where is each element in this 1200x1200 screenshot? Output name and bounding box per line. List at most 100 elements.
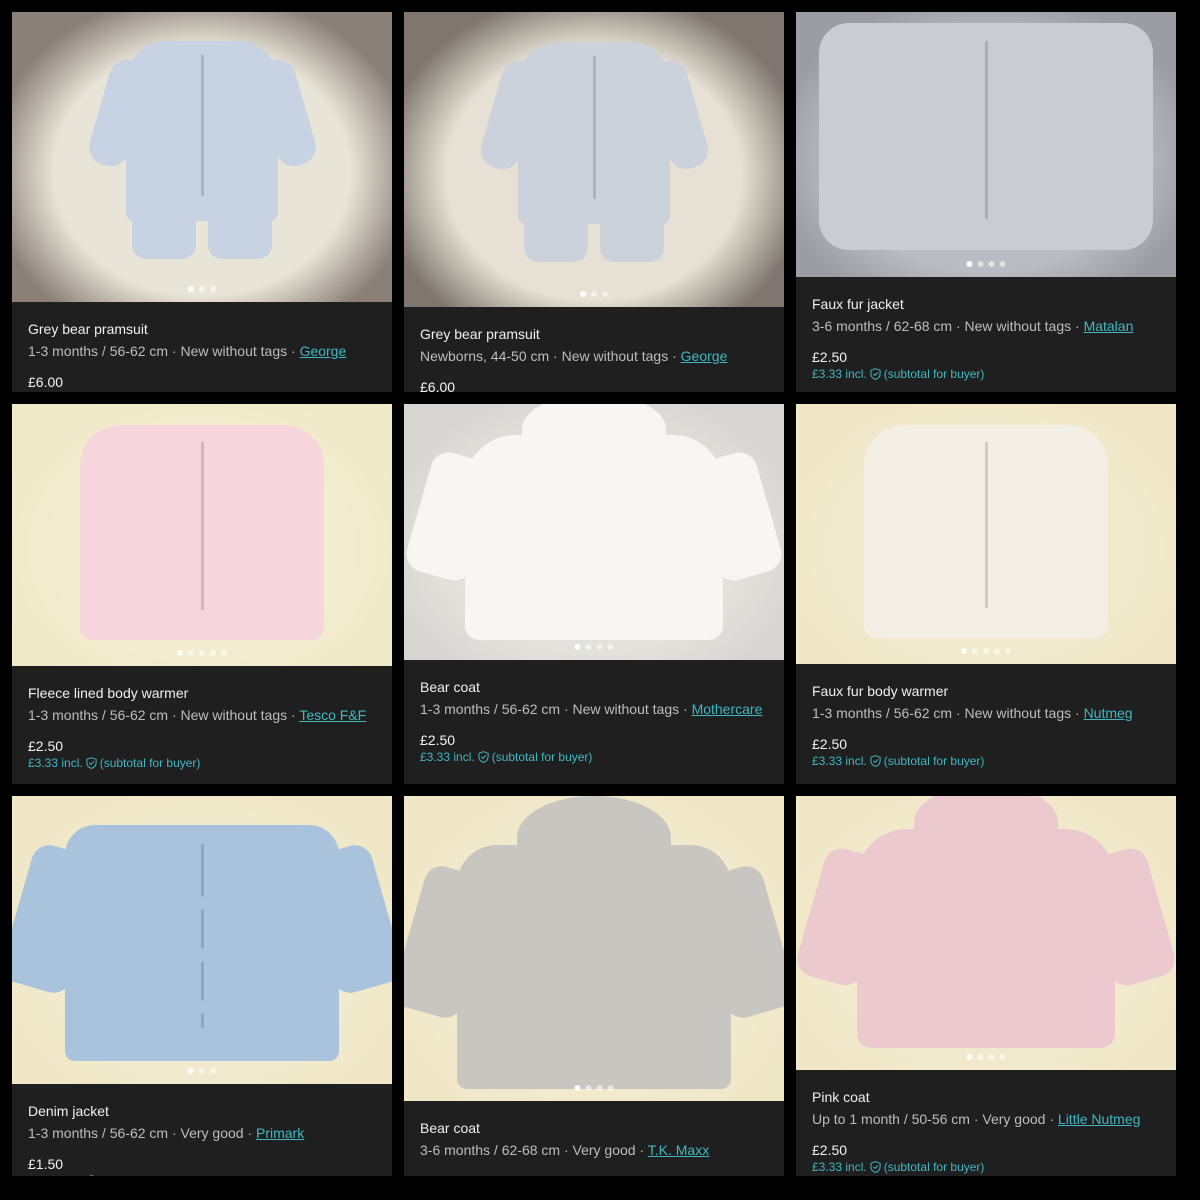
listing-title[interactable]: Bear coat: [420, 678, 770, 696]
photo-carousel-dots[interactable]: [188, 1068, 216, 1074]
photo-carousel-dots[interactable]: [574, 644, 614, 650]
carousel-dot[interactable]: [966, 261, 973, 267]
listing-photo[interactable]: [404, 12, 784, 307]
listing-card[interactable]: Denim jacket 1-3 months / 56-62 cm · Ver…: [12, 796, 392, 1176]
carousel-dot[interactable]: [199, 286, 205, 292]
listing-title[interactable]: Denim jacket: [28, 1102, 378, 1120]
listing-card[interactable]: Grey bear pramsuit 1-3 months / 56-62 cm…: [12, 12, 392, 392]
carousel-dot[interactable]: [607, 1085, 614, 1091]
listing-photo[interactable]: [12, 404, 392, 666]
buyer-total-row: £3.33 incl. (subtotal for buyer): [812, 753, 1162, 768]
garment-illustration: [796, 796, 1176, 1049]
carousel-dot[interactable]: [591, 291, 597, 297]
listing-title[interactable]: Pink coat: [812, 1088, 1162, 1106]
photo-carousel-dots[interactable]: [574, 1085, 614, 1091]
carousel-dot[interactable]: [585, 1085, 592, 1091]
photo-carousel-dots[interactable]: [580, 291, 608, 297]
brand-link[interactable]: Mothercare: [692, 701, 763, 717]
photo-carousel-dots[interactable]: [188, 286, 216, 292]
listing-photo[interactable]: [796, 404, 1176, 664]
garment-illustration: [404, 404, 784, 640]
carousel-dot[interactable]: [602, 291, 608, 297]
listing-info: Fleece lined body warmer 1-3 months / 56…: [28, 684, 378, 784]
listing-card[interactable]: Pink coat Up to 1 month / 50-56 cm · Ver…: [796, 796, 1176, 1176]
carousel-dot[interactable]: [961, 648, 967, 654]
carousel-dot[interactable]: [574, 644, 581, 650]
buyer-total: £3.33 incl.: [420, 749, 475, 764]
listing-photo[interactable]: [404, 404, 784, 660]
photo-carousel-dots[interactable]: [177, 650, 227, 656]
listing-photo[interactable]: [12, 796, 392, 1084]
listing-price: £2.50: [812, 1142, 848, 1158]
carousel-dot[interactable]: [988, 261, 995, 267]
listing-title[interactable]: Grey bear pramsuit: [28, 320, 378, 338]
listing-size-condition: 3-6 months / 62-68 cm · Very good ·: [420, 1142, 648, 1158]
carousel-dot[interactable]: [199, 650, 205, 656]
shield-check-icon: [870, 1160, 881, 1173]
listing-info: Faux fur body warmer 1-3 months / 56-62 …: [812, 682, 1162, 784]
garment-hood: [913, 796, 1059, 860]
carousel-dot[interactable]: [1005, 648, 1011, 654]
listing-details: 3-6 months / 62-68 cm · Very good · T.K.…: [420, 1140, 770, 1160]
carousel-dot[interactable]: [210, 650, 216, 656]
carousel-dot[interactable]: [999, 1054, 1006, 1060]
carousel-dot[interactable]: [188, 650, 194, 656]
brand-link[interactable]: Primark: [256, 1125, 304, 1141]
carousel-dot[interactable]: [596, 644, 603, 650]
listing-photo[interactable]: [12, 12, 392, 302]
brand-link[interactable]: T.K. Maxx: [648, 1142, 709, 1158]
photo-carousel-dots[interactable]: [966, 261, 1006, 267]
listing-card[interactable]: Fleece lined body warmer 1-3 months / 56…: [12, 404, 392, 784]
brand-link[interactable]: Little Nutmeg: [1058, 1111, 1140, 1127]
carousel-dot[interactable]: [580, 291, 586, 297]
listing-card[interactable]: Bear coat 3-6 months / 62-68 cm · Very g…: [404, 796, 784, 1176]
listing-title[interactable]: Fleece lined body warmer: [28, 684, 378, 702]
carousel-dot[interactable]: [210, 1068, 216, 1074]
listing-card[interactable]: Faux fur body warmer 1-3 months / 56-62 …: [796, 404, 1176, 784]
photo-carousel-dots[interactable]: [966, 1054, 1006, 1060]
carousel-dot[interactable]: [983, 648, 989, 654]
brand-link[interactable]: Tesco F&F: [299, 707, 366, 723]
carousel-dot[interactable]: [210, 286, 216, 292]
listing-card[interactable]: Faux fur jacket 3-6 months / 62-68 cm · …: [796, 12, 1176, 392]
listing-title[interactable]: Faux fur jacket: [812, 295, 1162, 313]
listing-price: £6.00: [420, 379, 456, 392]
brand-link[interactable]: George: [681, 348, 728, 364]
carousel-dot[interactable]: [977, 1054, 984, 1060]
listing-details: 1-3 months / 56-62 cm · Very good · Prim…: [28, 1123, 378, 1143]
listing-photo[interactable]: [404, 796, 784, 1101]
carousel-dot[interactable]: [966, 1054, 973, 1060]
listing-title[interactable]: Faux fur body warmer: [812, 682, 1162, 700]
carousel-dot[interactable]: [988, 1054, 995, 1060]
listing-card[interactable]: Bear coat 1-3 months / 56-62 cm · New wi…: [404, 404, 784, 784]
carousel-dot[interactable]: [177, 650, 183, 656]
listing-size-condition: Up to 1 month / 50-56 cm · Very good ·: [812, 1111, 1058, 1127]
carousel-dot[interactable]: [221, 650, 227, 656]
listing-photo[interactable]: [796, 796, 1176, 1070]
garment-zip: [984, 40, 988, 219]
listing-photo[interactable]: [796, 12, 1176, 277]
brand-link[interactable]: Nutmeg: [1084, 705, 1133, 721]
carousel-dot[interactable]: [994, 648, 1000, 654]
brand-link[interactable]: Matalan: [1084, 318, 1134, 334]
photo-carousel-dots[interactable]: [961, 648, 1011, 654]
brand-link[interactable]: George: [300, 343, 347, 359]
carousel-dot[interactable]: [596, 1085, 603, 1091]
carousel-dot[interactable]: [607, 644, 614, 650]
carousel-dot[interactable]: [972, 648, 978, 654]
listing-card[interactable]: Grey bear pramsuit Newborns, 44-50 cm · …: [404, 12, 784, 392]
carousel-dot[interactable]: [999, 261, 1006, 267]
carousel-dot[interactable]: [188, 1068, 194, 1074]
listing-title[interactable]: Bear coat: [420, 1119, 770, 1137]
carousel-dot[interactable]: [585, 644, 592, 650]
carousel-dot[interactable]: [574, 1085, 581, 1091]
garment-illustration: [84, 41, 320, 259]
carousel-dot[interactable]: [199, 1068, 205, 1074]
garment-leg: [524, 218, 588, 263]
carousel-dot[interactable]: [188, 286, 194, 292]
garment-zip: [200, 442, 204, 610]
garment-illustration: [818, 22, 1154, 251]
listing-title[interactable]: Grey bear pramsuit: [420, 325, 770, 343]
garment-button: [615, 917, 630, 932]
carousel-dot[interactable]: [977, 261, 984, 267]
